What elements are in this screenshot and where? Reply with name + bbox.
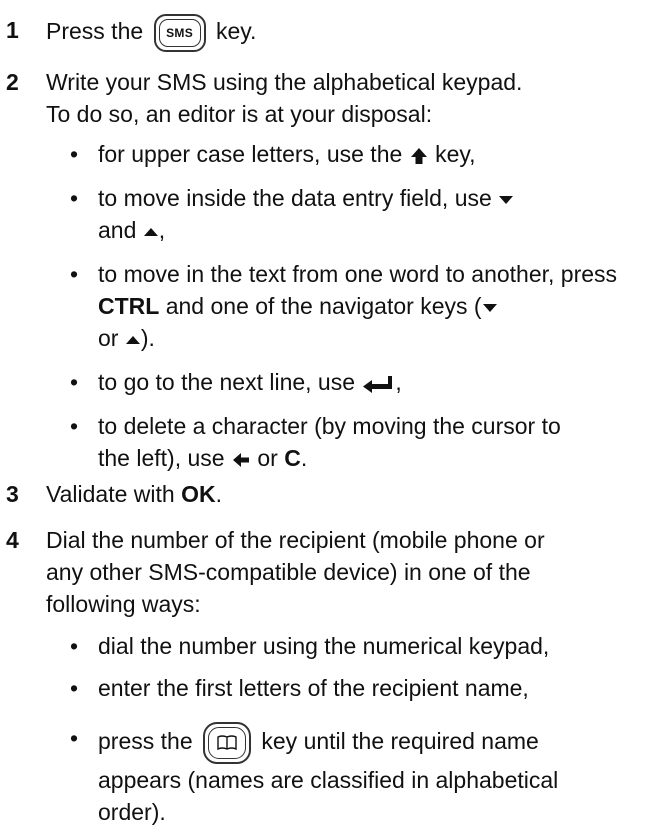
step-number: 1	[6, 17, 19, 43]
step-2: 2 Write your SMS using the alphabetical …	[6, 66, 656, 130]
step-text: To do so, an editor is at your disposal:	[46, 101, 433, 127]
step-4: 4 Dial the number of the recipient (mobi…	[6, 524, 656, 620]
step-text: Write your SMS using the alphabetical ke…	[46, 69, 523, 95]
list-item: to move inside the data entry field, use…	[70, 182, 650, 258]
shift-up-arrow-icon	[410, 147, 427, 164]
enter-key-icon	[363, 375, 393, 393]
list-item: to delete a character (by moving the cur…	[70, 410, 650, 480]
step-1: 1 Press the SMS key.	[6, 14, 656, 52]
editor-bullet-list: for upper case letters, use the key, to …	[70, 138, 650, 480]
list-item: dial the number using the numerical keyp…	[70, 630, 650, 672]
step-text: key.	[215, 18, 257, 45]
step-3: 3 Validate with OK.	[6, 478, 656, 510]
book-icon	[217, 735, 237, 751]
list-item: to go to the next line, use ,	[70, 366, 650, 410]
step-text: Press the	[46, 18, 144, 45]
sms-key-label: SMS	[158, 19, 201, 47]
list-item: to move in the text from one word to ano…	[70, 258, 650, 366]
sms-key-icon: SMS	[153, 14, 206, 52]
directory-book-key-icon	[203, 722, 251, 764]
dial-bullet-list: dial the number using the numerical keyp…	[70, 630, 650, 832]
up-arrow-icon	[125, 335, 140, 344]
down-arrow-icon	[499, 195, 514, 204]
step-number: 2	[6, 69, 19, 95]
step-number: 4	[6, 527, 19, 553]
down-arrow-icon	[482, 303, 497, 312]
backspace-arrow-icon	[232, 452, 249, 467]
list-item: for upper case letters, use the key,	[70, 138, 650, 182]
up-arrow-icon	[143, 227, 158, 236]
step-number: 3	[6, 481, 19, 507]
list-item: enter the first letters of the recipient…	[70, 672, 650, 722]
list-item: press the key until the required name ap…	[70, 722, 650, 832]
